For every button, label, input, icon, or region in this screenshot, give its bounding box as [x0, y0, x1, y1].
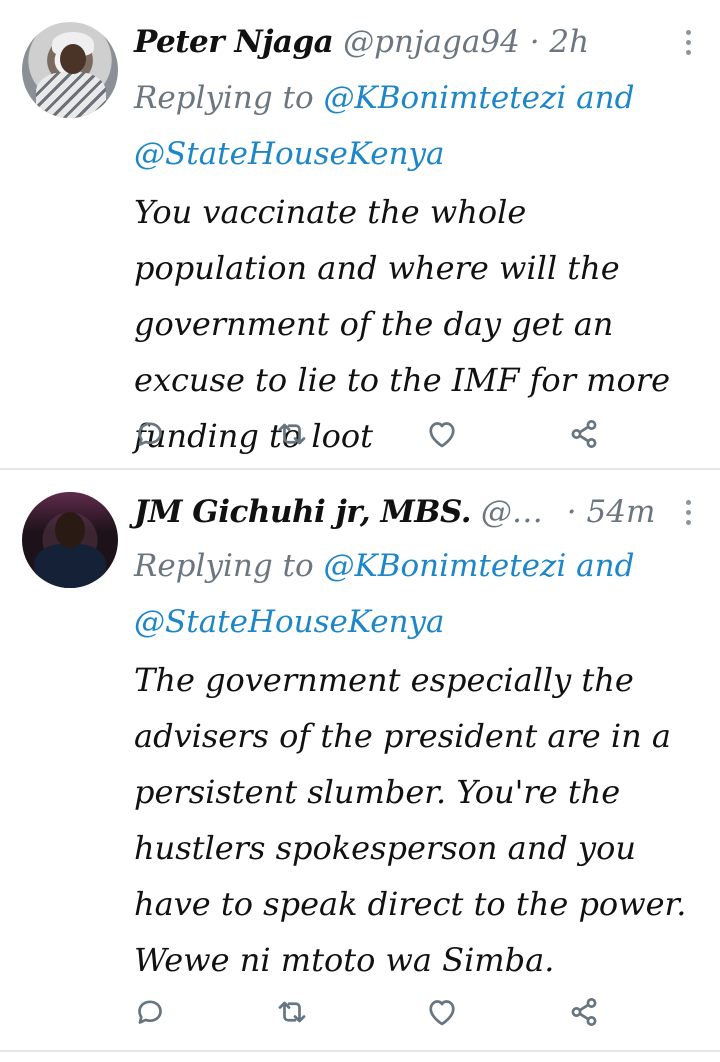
tweet-text: The government especially the advisers o…	[134, 661, 687, 979]
tweet-header: Peter Njaga @pnjaga94 · 2h	[134, 22, 589, 62]
tweet-actions	[0, 994, 720, 1034]
display-name[interactable]: JM Gichuhi jr, MBS.	[134, 494, 472, 530]
tweet-header: JM Gichuhi jr, MBS. @… · 54m	[134, 492, 655, 532]
display-name[interactable]: Peter Njaga	[134, 24, 334, 60]
user-handle[interactable]: @pnjaga94	[343, 24, 520, 60]
replying-to: Replying to @KBonimtetezi and @StateHous…	[134, 538, 634, 650]
tweet-actions	[0, 416, 720, 456]
divider	[0, 1050, 720, 1052]
share-icon[interactable]	[566, 416, 602, 452]
and-text: and	[576, 548, 635, 584]
separator: ·	[566, 494, 577, 530]
tweet[interactable]: JM Gichuhi jr, MBS. @… · 54m Replying to…	[0, 470, 720, 1050]
reply-icon[interactable]	[132, 994, 168, 1030]
mention-link[interactable]: @KBonimtetezi	[324, 80, 567, 116]
avatar[interactable]	[22, 492, 118, 588]
timestamp[interactable]: 54m	[587, 494, 656, 530]
retweet-icon[interactable]	[274, 994, 310, 1030]
reply-icon[interactable]	[132, 416, 168, 452]
like-icon[interactable]	[424, 416, 460, 452]
replying-to: Replying to @KBonimtetezi and @StateHous…	[134, 70, 634, 182]
mention-link[interactable]: @KBonimtetezi	[324, 548, 567, 584]
like-icon[interactable]	[424, 994, 460, 1030]
replying-label: Replying to	[134, 80, 314, 116]
replying-label: Replying to	[134, 548, 314, 584]
separator: ·	[529, 24, 540, 60]
avatar[interactable]	[22, 22, 118, 118]
and-text: and	[576, 80, 635, 116]
mention-link[interactable]: @StateHouseKenya	[134, 604, 445, 640]
tweet[interactable]: Peter Njaga @pnjaga94 · 2h Replying to @…	[0, 0, 720, 468]
retweet-icon[interactable]	[274, 416, 310, 452]
mention-link[interactable]: @StateHouseKenya	[134, 136, 445, 172]
timestamp[interactable]: 2h	[549, 24, 589, 60]
share-icon[interactable]	[566, 994, 602, 1030]
user-handle[interactable]: @…	[481, 494, 543, 530]
more-options-icon[interactable]	[684, 30, 694, 60]
more-options-icon[interactable]	[684, 500, 694, 530]
